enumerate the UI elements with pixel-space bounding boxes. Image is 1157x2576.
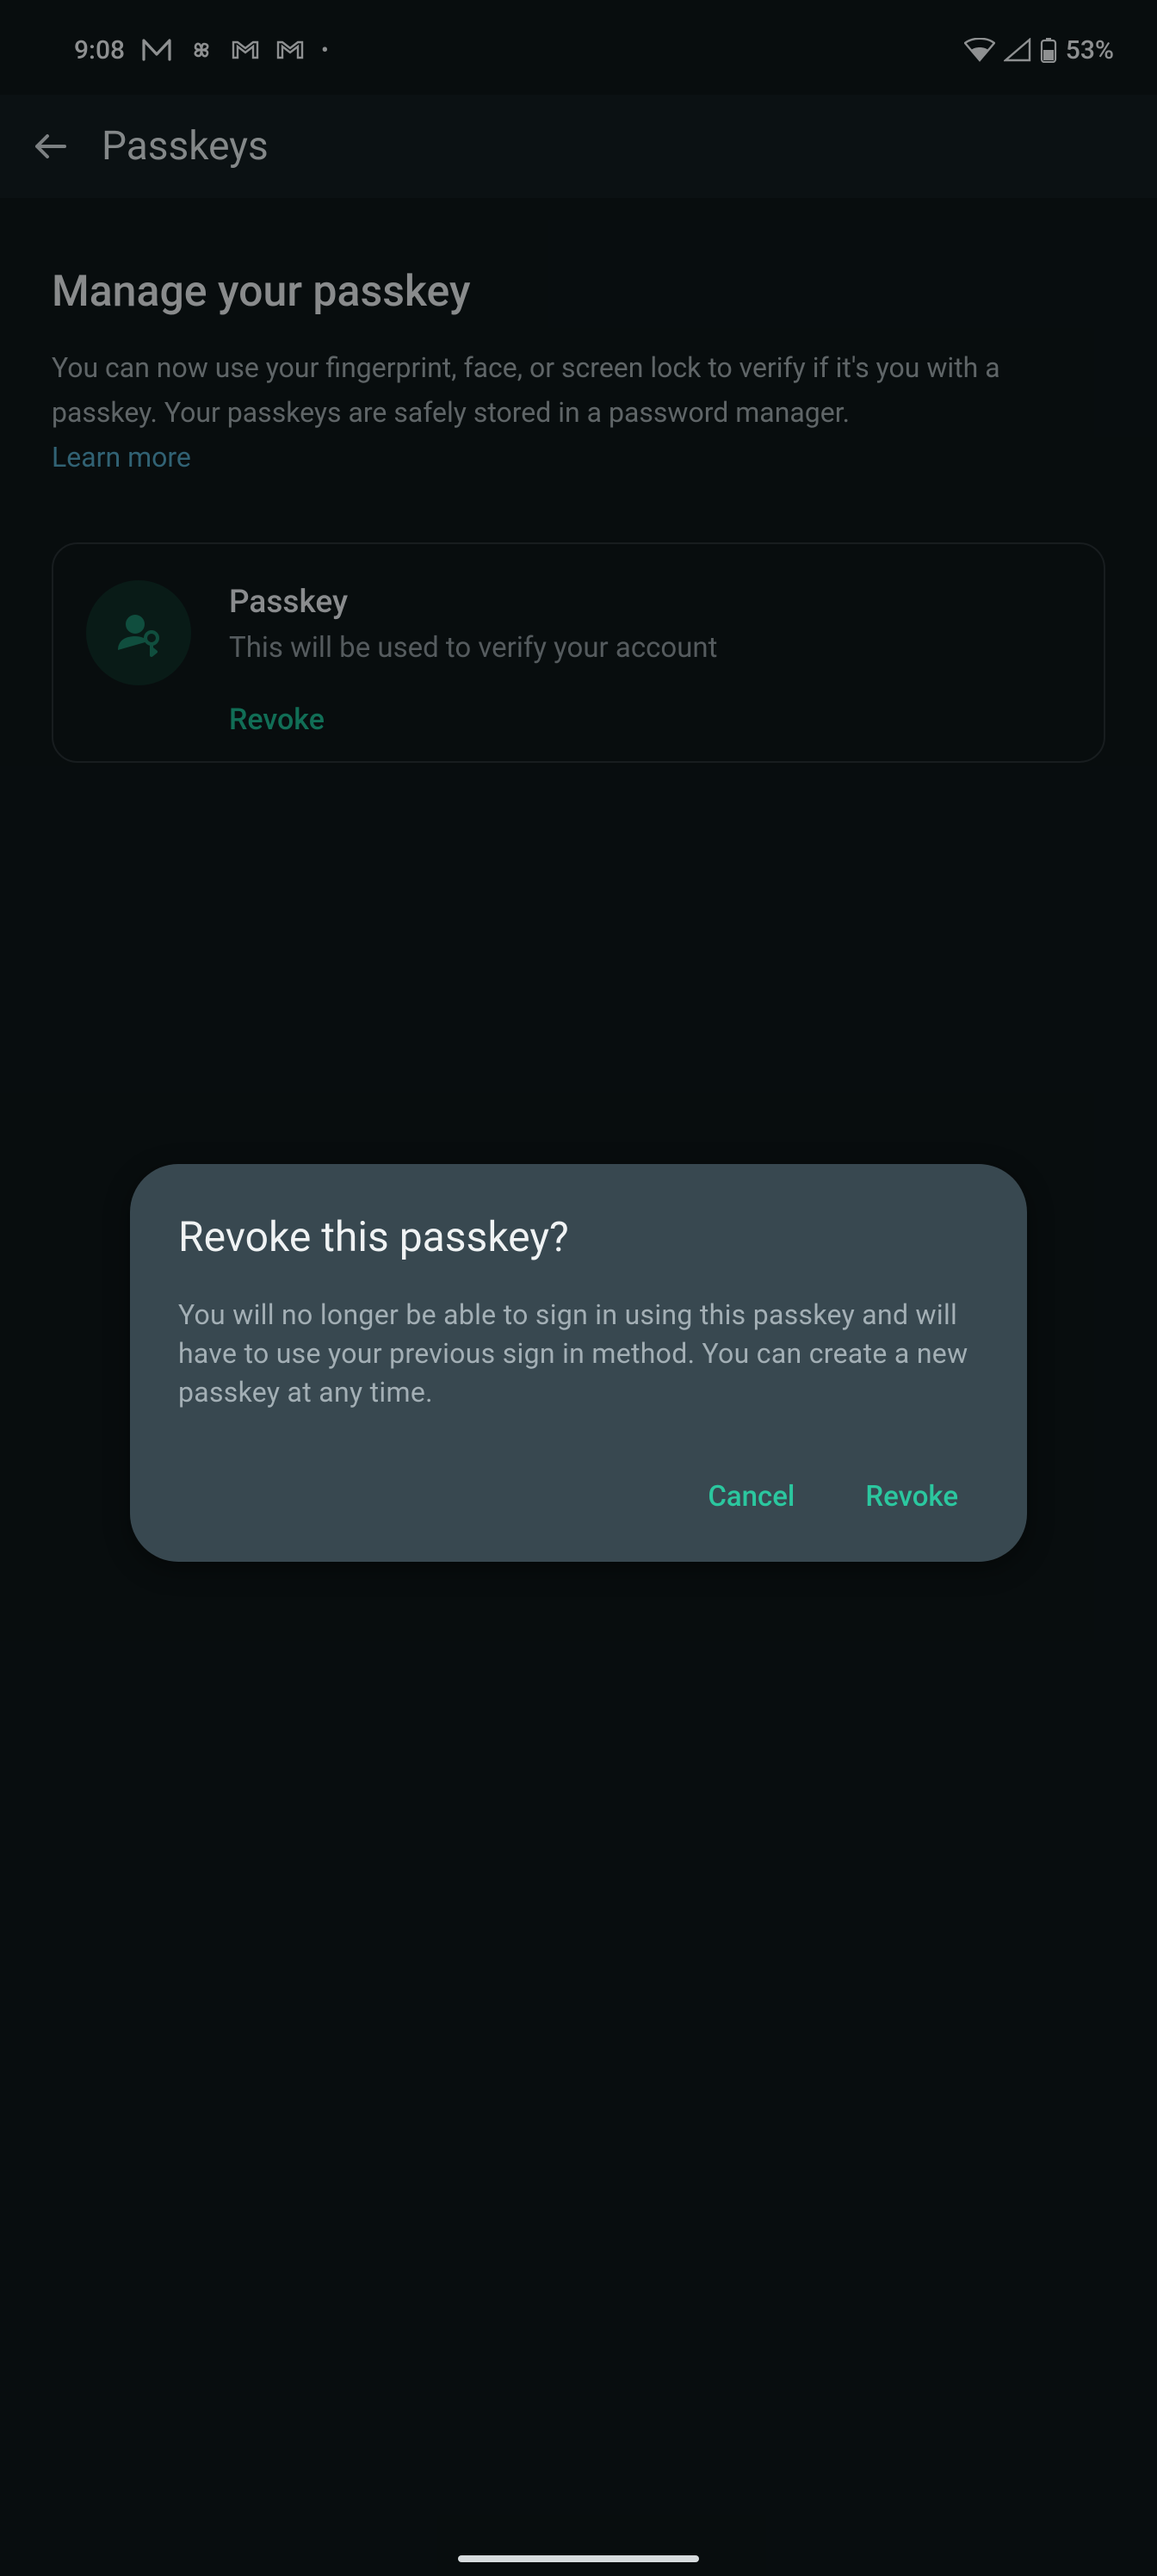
revoke-dialog: Revoke this passkey? You will no longer …: [130, 1164, 1027, 1562]
dialog-title: Revoke this passkey?: [178, 1212, 979, 1261]
dialog-body: You will no longer be able to sign in us…: [178, 1296, 979, 1411]
cancel-button[interactable]: Cancel: [702, 1463, 800, 1531]
dialog-actions: Cancel Revoke: [178, 1463, 979, 1531]
revoke-button[interactable]: Revoke: [860, 1463, 963, 1531]
gesture-nav-bar[interactable]: [458, 2555, 699, 2562]
